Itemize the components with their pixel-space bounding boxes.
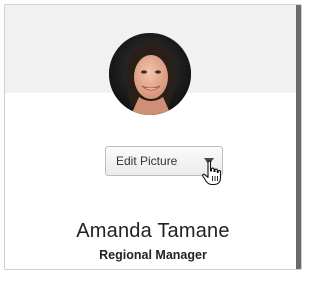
avatar[interactable] xyxy=(109,33,191,115)
hand-pointer-icon xyxy=(202,160,222,186)
profile-photo xyxy=(109,33,191,115)
profile-name: Amanda Tamane xyxy=(76,220,230,242)
edit-picture-label: Edit Picture xyxy=(116,154,178,168)
profile-card: Edit Picture Amanda Tamane Regional Mana… xyxy=(4,4,302,270)
profile-title: Regional Manager xyxy=(99,248,207,262)
